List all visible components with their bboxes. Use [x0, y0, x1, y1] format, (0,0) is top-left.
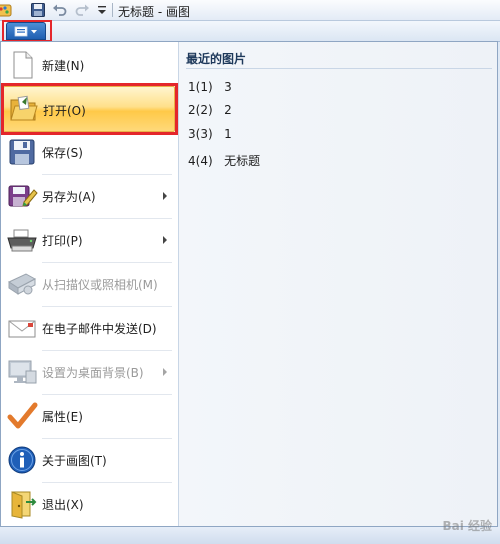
recent-item-index: 2(2)	[188, 103, 213, 117]
menu-item-save-as[interactable]: 另存为(A)	[0, 174, 176, 218]
recent-item-index: 1(1)	[188, 80, 213, 94]
new-document-icon	[6, 49, 38, 81]
undo-icon[interactable]	[52, 2, 68, 18]
redo-icon[interactable]	[74, 2, 90, 18]
submenu-arrow-icon	[163, 192, 167, 200]
save-disk-icon	[6, 136, 38, 168]
title-bar: 无标题 - 画图	[0, 0, 500, 21]
info-icon	[6, 444, 38, 476]
menu-item-send-email[interactable]: 在电子邮件中发送(D)	[0, 306, 176, 350]
menu-item-desktop-background[interactable]: 设置为桌面背景(B)	[0, 350, 176, 394]
recent-item[interactable]: 3(3) 1	[188, 127, 232, 141]
scanner-camera-icon	[6, 268, 38, 300]
watermark: Bai 经验	[442, 519, 492, 533]
menu-item-label: 退出(X)	[42, 498, 84, 512]
window-title: 无标题 - 画图	[118, 5, 190, 19]
recent-item[interactable]: 4(4) 无标题	[188, 152, 260, 169]
desktop-monitor-icon	[6, 356, 38, 388]
recent-item-name: 无标题	[224, 154, 261, 168]
ribbon-tab-strip	[0, 21, 500, 42]
menu-item-label: 从扫描仪或照相机(M)	[42, 278, 158, 292]
menu-item-scanner-camera[interactable]: 从扫描仪或照相机(M)	[0, 262, 176, 306]
recent-item-index: 3(3)	[188, 127, 213, 141]
menu-item-about[interactable]: 关于画图(T)	[0, 438, 176, 482]
menu-item-new[interactable]: 新建(N)	[0, 43, 176, 87]
customize-toolbar-icon[interactable]	[94, 2, 110, 18]
recent-item-index: 4(4)	[188, 154, 213, 168]
open-item-highlight-box	[1, 83, 178, 135]
recent-item-name: 1	[224, 127, 232, 141]
menu-item-label: 打印(P)	[42, 234, 83, 248]
menu-item-exit[interactable]: 退出(X)	[0, 482, 176, 526]
menu-item-label: 在电子邮件中发送(D)	[42, 322, 157, 336]
save-as-icon	[6, 180, 38, 212]
exit-door-icon	[6, 488, 38, 520]
menu-button-highlight-box	[2, 20, 52, 42]
submenu-arrow-icon	[163, 368, 167, 376]
recent-item-name: 2	[224, 103, 232, 117]
save-icon[interactable]	[30, 2, 46, 18]
title-separator	[112, 3, 113, 17]
recent-pictures-divider	[186, 68, 492, 69]
menu-item-label: 保存(S)	[42, 146, 83, 160]
menu-item-print[interactable]: 打印(P)	[0, 218, 176, 262]
recent-item-name: 3	[224, 80, 232, 94]
menu-item-label: 新建(N)	[42, 59, 85, 73]
recent-item[interactable]: 1(1) 3	[188, 80, 232, 94]
submenu-arrow-icon	[163, 236, 167, 244]
menu-footer	[0, 527, 500, 544]
menu-item-label: 设置为桌面背景(B)	[42, 366, 144, 380]
recent-pictures-title: 最近的图片	[186, 52, 247, 66]
printer-icon	[6, 224, 38, 256]
menu-item-save[interactable]: 保存(S)	[0, 130, 176, 174]
checkmark-icon	[6, 400, 38, 432]
menu-item-label: 属性(E)	[42, 410, 83, 424]
menu-item-properties[interactable]: 属性(E)	[0, 394, 176, 438]
email-envelope-icon	[6, 312, 38, 344]
menu-item-label: 关于画图(T)	[42, 454, 107, 468]
recent-item[interactable]: 2(2) 2	[188, 103, 232, 117]
paint-app-icon[interactable]	[0, 2, 12, 18]
menu-item-label: 另存为(A)	[42, 190, 96, 204]
